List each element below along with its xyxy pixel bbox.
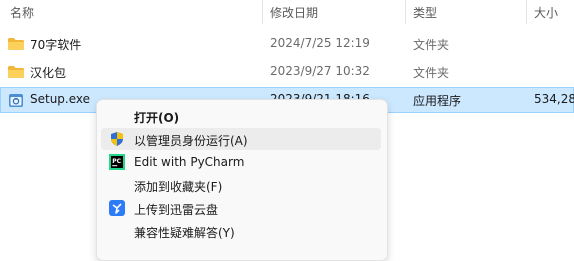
thunder-cloud-icon [109,200,125,216]
file-row[interactable]: 70字软件 2024/7/25 12:19 文件夹 [0,31,574,57]
file-name: 汉化包 [30,66,67,80]
pycharm-icon: PC [109,154,125,170]
menu-item-label: 添加到收藏夹(F) [134,180,223,194]
column-date-header[interactable]: 修改日期 [270,4,318,21]
menu-item-add-favorites[interactable]: 添加到收藏夹(F) [101,174,381,196]
menu-item-upload-thunder[interactable]: 上传到迅雷云盘 [101,197,381,219]
file-type: 文件夹 [413,38,450,52]
file-size: 534,282 [534,92,574,106]
menu-item-compat-troubleshoot[interactable]: 兼容性疑难解答(Y) [101,220,381,242]
folder-icon [8,66,24,78]
column-name-header[interactable]: 名称 [10,4,34,21]
menu-item-label: 打开(O) [134,111,180,125]
file-date: 2023/9/27 10:32 [270,64,370,78]
folder-icon [8,38,24,50]
file-name: 70字软件 [30,38,82,52]
context-menu: 打开(O) 以管理员身份运行(A) PC Edit with PyCharm 添… [96,99,388,261]
column-header: ⌃ 名称 修改日期 类型 大小 [0,0,574,26]
column-divider[interactable] [526,0,527,24]
sort-indicator-icon: ⌃ [128,0,136,4]
installer-icon [9,94,23,107]
column-size-header[interactable]: 大小 [534,4,558,21]
uac-shield-icon [111,132,123,146]
file-row[interactable]: 汉化包 2023/9/27 10:32 文件夹 [0,59,574,85]
menu-item-label: 以管理员身份运行(A) [134,134,248,148]
file-type: 文件夹 [413,66,450,80]
menu-item-run-as-admin[interactable]: 以管理员身份运行(A) [101,128,381,150]
file-type: 应用程序 [413,94,462,108]
column-divider[interactable] [405,0,406,24]
column-type-header[interactable]: 类型 [413,4,437,21]
file-name: Setup.exe [30,92,91,106]
menu-item-edit-pycharm[interactable]: PC Edit with PyCharm [101,151,381,173]
menu-item-label: 上传到迅雷云盘 [134,203,219,217]
file-date: 2024/7/25 12:19 [270,36,370,50]
menu-item-label: 兼容性疑难解答(Y) [134,226,235,240]
menu-item-label: Edit with PyCharm [134,155,245,169]
svg-text:PC: PC [112,158,121,165]
column-divider[interactable] [262,0,263,24]
menu-item-open[interactable]: 打开(O) [101,105,381,127]
